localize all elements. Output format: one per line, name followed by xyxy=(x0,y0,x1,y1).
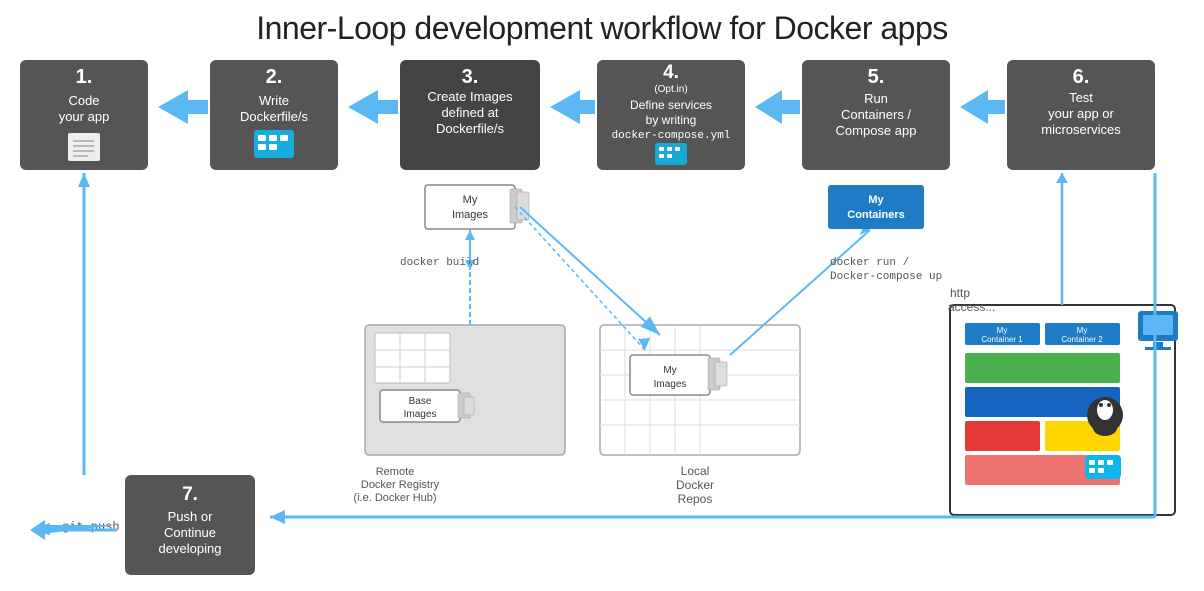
svg-text:docker build: docker build xyxy=(400,257,479,269)
svg-text:docker run /: docker run / xyxy=(830,257,909,269)
svg-text:Remote: Remote xyxy=(376,466,415,478)
svg-text:My: My xyxy=(997,326,1008,335)
svg-text:3.: 3. xyxy=(462,66,479,88)
svg-text:http: http xyxy=(950,286,970,300)
svg-text:developing: developing xyxy=(159,541,222,556)
svg-text:Base: Base xyxy=(409,396,432,407)
svg-text:Container 2: Container 2 xyxy=(1061,335,1103,344)
svg-text:7.: 7. xyxy=(182,484,198,505)
svg-text:Containers /: Containers / xyxy=(841,107,911,122)
svg-text:(i.e. Docker Hub): (i.e. Docker Hub) xyxy=(353,492,436,504)
svg-text:access...: access... xyxy=(948,300,995,314)
svg-text:microservices: microservices xyxy=(1041,122,1121,137)
svg-text:Code: Code xyxy=(68,93,99,108)
svg-text:Test: Test xyxy=(1069,90,1093,105)
svg-text:Containers: Containers xyxy=(847,209,904,221)
svg-text:Images: Images xyxy=(404,409,437,420)
svg-text:Repos: Repos xyxy=(678,492,713,506)
svg-text:Run: Run xyxy=(864,91,888,106)
svg-text:Images: Images xyxy=(452,209,489,221)
svg-text:defined at: defined at xyxy=(441,105,498,120)
svg-text:Local: Local xyxy=(681,464,710,478)
svg-text:Dockerfile/s: Dockerfile/s xyxy=(240,109,308,124)
svg-text:4.: 4. xyxy=(663,62,679,83)
svg-text:Docker Registry: Docker Registry xyxy=(361,479,440,491)
page-title: Inner-Loop development workflow for Dock… xyxy=(20,10,1184,47)
svg-text:2.: 2. xyxy=(266,66,283,88)
workflow-diagram: 1. Code your app 2. Write Dockerfile/s 3… xyxy=(10,55,1194,575)
svg-text:My: My xyxy=(463,194,478,206)
svg-text:6.: 6. xyxy=(1073,66,1090,88)
svg-text:Write: Write xyxy=(259,93,289,108)
svg-text:Push or: Push or xyxy=(168,509,213,524)
svg-text:My: My xyxy=(1077,326,1088,335)
svg-text:Dockerfile/s: Dockerfile/s xyxy=(436,121,504,136)
page: Inner-Loop development workflow for Dock… xyxy=(0,0,1204,591)
svg-text:Container 1: Container 1 xyxy=(981,335,1023,344)
svg-text:Docker-compose up: Docker-compose up xyxy=(830,271,942,283)
svg-text:(Opt.in): (Opt.in) xyxy=(654,84,687,95)
svg-text:your app or: your app or xyxy=(1048,106,1114,121)
svg-text:5.: 5. xyxy=(868,66,885,88)
svg-text:1.: 1. xyxy=(76,66,93,88)
svg-text:Compose app: Compose app xyxy=(836,123,917,138)
svg-text:My: My xyxy=(868,194,884,206)
svg-text:My: My xyxy=(663,365,676,376)
svg-text:by writing: by writing xyxy=(646,113,697,127)
svg-text:your app: your app xyxy=(59,109,110,124)
svg-text:Images: Images xyxy=(654,379,687,390)
svg-text:Create Images: Create Images xyxy=(427,89,513,104)
svg-text:docker-compose.yml: docker-compose.yml xyxy=(612,130,731,142)
svg-text:Define services: Define services xyxy=(630,98,712,112)
svg-text:Continue: Continue xyxy=(164,525,216,540)
svg-text:Docker: Docker xyxy=(676,478,714,492)
